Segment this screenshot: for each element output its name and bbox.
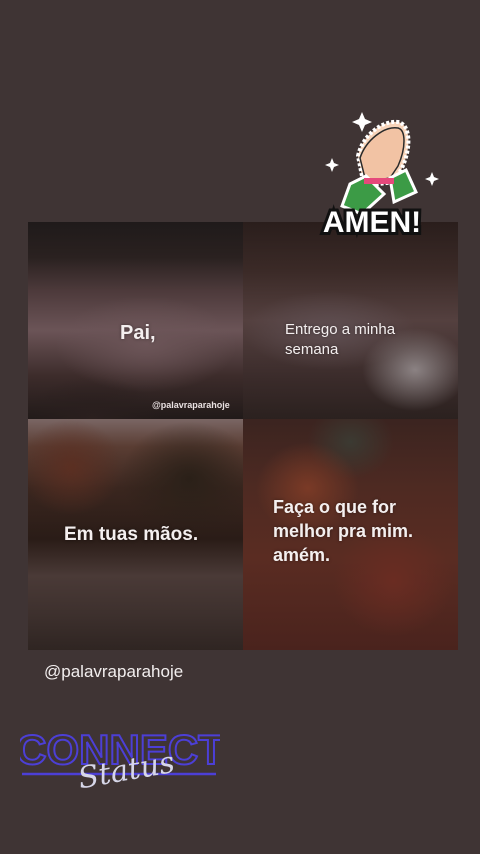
tile-autumn-leaves: Faça o que for melhor pra mim. amém. <box>243 419 458 650</box>
amen-text: AMEN! <box>323 206 421 239</box>
caption-entrego-line2: semana <box>285 341 339 358</box>
amen-sticker[interactable]: AMEN! <box>302 106 442 246</box>
caption-entrego: Entrego a minha semana <box>285 320 395 360</box>
caption-faca: Faça o que for melhor pra mim. amém. <box>273 495 413 567</box>
collage-watermark: @palavraparahoje <box>152 400 230 410</box>
connect-status-sticker[interactable]: CONNECT Status <box>20 712 220 802</box>
caption-entrego-line1: Entrego a minha <box>285 321 396 338</box>
praying-hands-icon <box>340 119 418 216</box>
caption-faca-line2: melhor pra mim. <box>273 521 414 541</box>
tile-park: Em tuas mãos. <box>28 419 243 650</box>
caption-pai: Pai, <box>120 322 156 344</box>
photo-collage: Pai, @palavraparahoje Entrego a minha se… <box>28 222 458 650</box>
tile-lake: Pai, @palavraparahoje <box>28 222 243 419</box>
caption-em-tuas-maos: Em tuas mãos. <box>64 524 199 545</box>
tile-reflection: Entrego a minha semana <box>243 222 458 419</box>
profile-handle[interactable]: @palavraparahoje <box>44 662 183 682</box>
caption-faca-line1: Faça o que for <box>273 497 397 517</box>
caption-faca-line3: amém. <box>273 545 331 565</box>
